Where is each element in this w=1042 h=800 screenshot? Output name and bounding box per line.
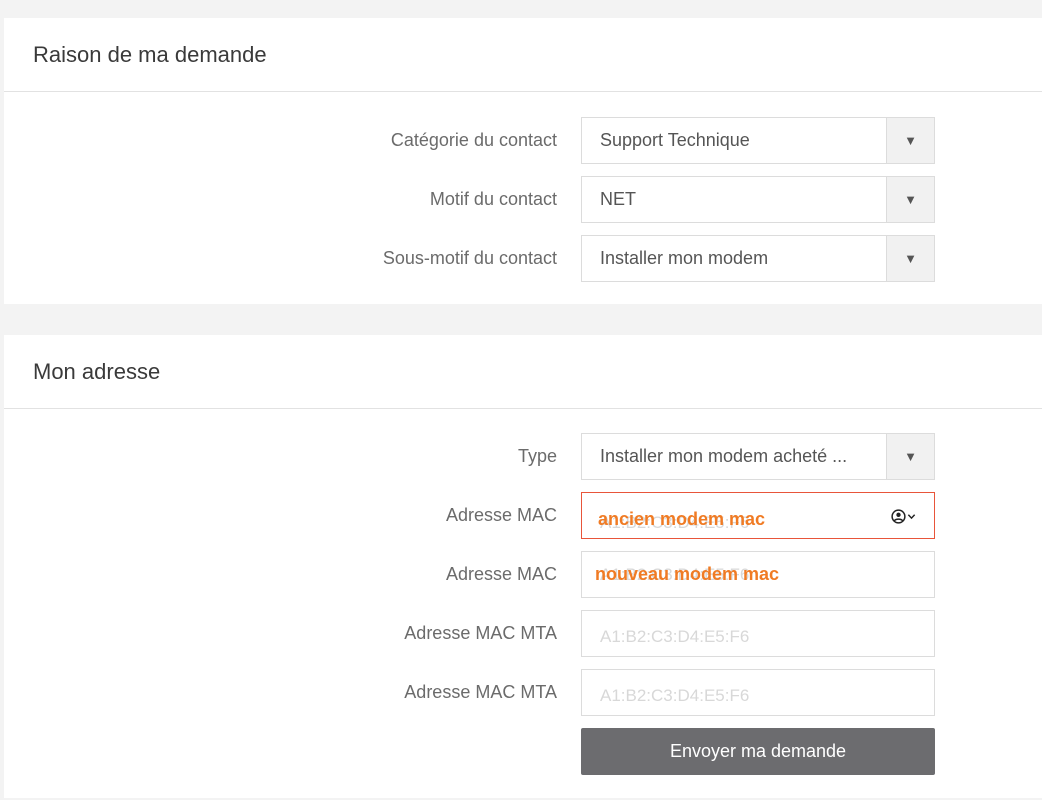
type-select-value: Installer mon modem acheté ... [600,446,848,466]
reason-panel: Raison de ma demande Catégorie du contac… [4,18,1042,304]
mac-new-label: Adresse MAC [445,564,557,584]
address-panel: Mon adresse Type Installer mon modem ach… [4,335,1042,798]
address-panel-header: Mon adresse [4,335,1042,409]
reason-panel-header: Raison de ma demande [4,18,1042,92]
motif-row: Motif du contact NET ▼ [4,176,1042,223]
submotif-row: Sous-motif du contact Installer mon mode… [4,235,1042,282]
address-panel-title: Mon adresse [33,358,161,384]
chevron-down-icon[interactable]: ▼ [886,118,934,163]
submotif-label: Sous-motif du contact [382,248,557,268]
mac-mta-2-label: Adresse MAC MTA [404,682,557,702]
chevron-down-icon [907,513,916,519]
mac-mta-1-placeholder: A1:B2:C3:D4:E5:F6 [600,626,750,646]
mac-mta-2-row: Adresse MAC MTA A1:B2:C3:D4:E5:F6 [4,669,1042,716]
category-label: Catégorie du contact [390,130,557,150]
motif-select[interactable]: NET ▼ [581,176,935,223]
mac-mta-2-field[interactable]: A1:B2:C3:D4:E5:F6 [581,669,935,716]
chevron-down-icon[interactable]: ▼ [886,177,934,222]
type-select[interactable]: Installer mon modem acheté ... ▼ [581,433,935,480]
submotif-select-value: Installer mon modem [600,248,769,268]
chevron-down-icon[interactable]: ▼ [886,236,934,281]
mac-old-field[interactable]: A1:B2:C3:D4:E5:F6 ancien modem mac [581,492,935,539]
mac-old-annotation: ancien modem mac [598,509,766,529]
account-circle-glyph [891,508,906,524]
category-select[interactable]: Support Technique ▼ [581,117,935,164]
submit-button[interactable]: Envoyer ma demande [581,728,935,775]
motif-label: Motif du contact [429,189,557,209]
mac-new-field[interactable]: A1:B2:C3:D4:E5:F6 nouveau modem mac [581,551,935,598]
mac-mta-1-field[interactable]: A1:B2:C3:D4:E5:F6 [581,610,935,657]
mac-old-row: Adresse MAC A1:B2:C3:D4:E5:F6 ancien mod… [4,492,1042,539]
type-label: Type [517,446,557,466]
motif-select-value: NET [600,189,636,209]
category-select-value: Support Technique [600,130,750,150]
mac-old-label: Adresse MAC [445,505,557,525]
mac-mta-2-placeholder: A1:B2:C3:D4:E5:F6 [600,685,750,705]
type-row: Type Installer mon modem acheté ... ▼ [4,433,1042,480]
chevron-down-icon[interactable]: ▼ [886,434,934,479]
reason-panel-title: Raison de ma demande [33,41,267,67]
submotif-select[interactable]: Installer mon modem ▼ [581,235,935,282]
account-circle-icon[interactable] [891,506,916,526]
mac-new-row: Adresse MAC A1:B2:C3:D4:E5:F6 nouveau mo… [4,551,1042,598]
submit-row: Envoyer ma demande [4,728,1042,775]
category-row: Catégorie du contact Support Technique ▼ [4,117,1042,164]
mac-mta-1-row: Adresse MAC MTA A1:B2:C3:D4:E5:F6 [4,610,1042,657]
mac-new-annotation: nouveau modem mac [595,564,780,584]
mac-mta-1-label: Adresse MAC MTA [404,623,557,643]
